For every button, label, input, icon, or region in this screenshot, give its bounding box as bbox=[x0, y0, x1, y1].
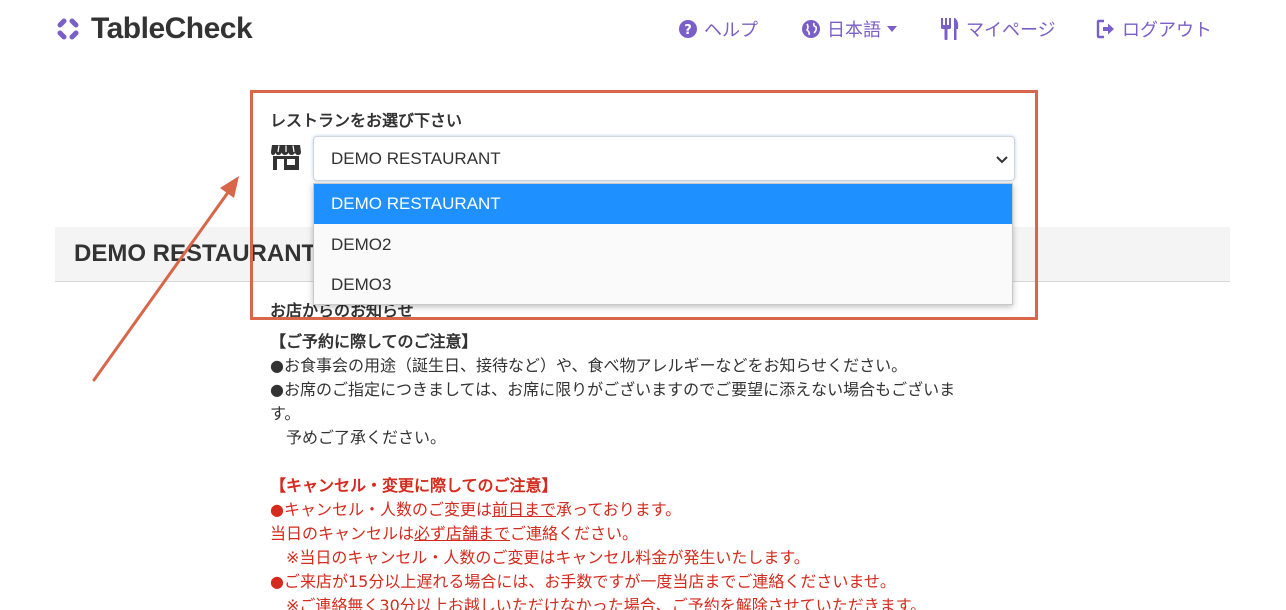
annotation-arrow bbox=[92, 176, 239, 382]
